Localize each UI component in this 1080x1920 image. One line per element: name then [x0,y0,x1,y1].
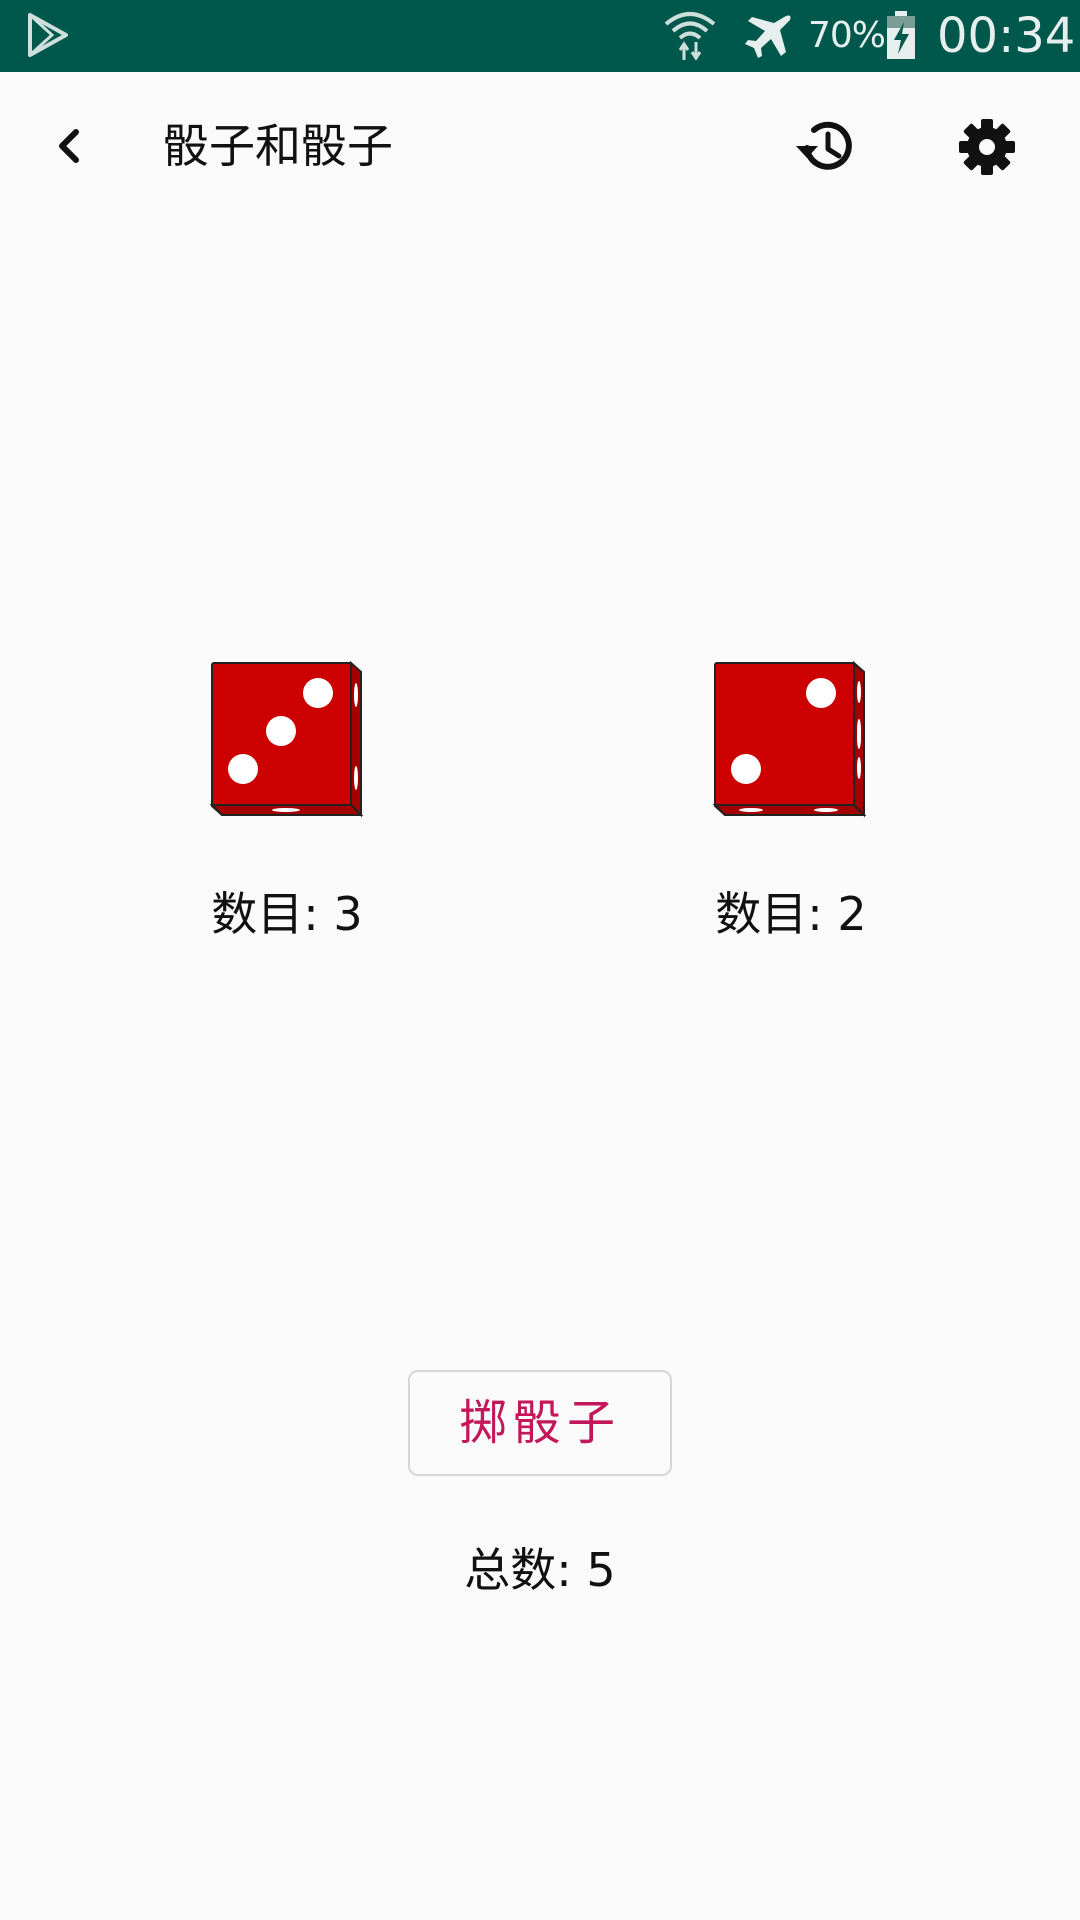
app-bar: 骰子和骰子 [0,72,1080,220]
roll-dice-button[interactable]: 掷骰子 [408,1370,672,1476]
airplane-mode-icon [745,15,791,58]
battery-charging-icon [887,11,915,59]
history-icon[interactable] [790,112,860,182]
total-label: 总数: 5 [464,1543,616,1597]
die-three-icon[interactable] [208,660,368,820]
die-two-count-label: 数目: 2 [715,887,867,941]
die-one-count-label: 数目: 3 [211,887,363,941]
wifi-icon [664,12,716,61]
back-arrow-icon[interactable] [36,114,100,178]
status-time: 00:34 [937,8,1076,64]
settings-gear-icon[interactable] [952,112,1022,182]
die-two-icon[interactable] [711,660,871,820]
battery-percent: 70% [808,15,886,56]
status-bar: 70% 00:34 [0,0,1080,72]
page-title: 骰子和骰子 [163,119,393,173]
play-store-icon [28,13,68,57]
